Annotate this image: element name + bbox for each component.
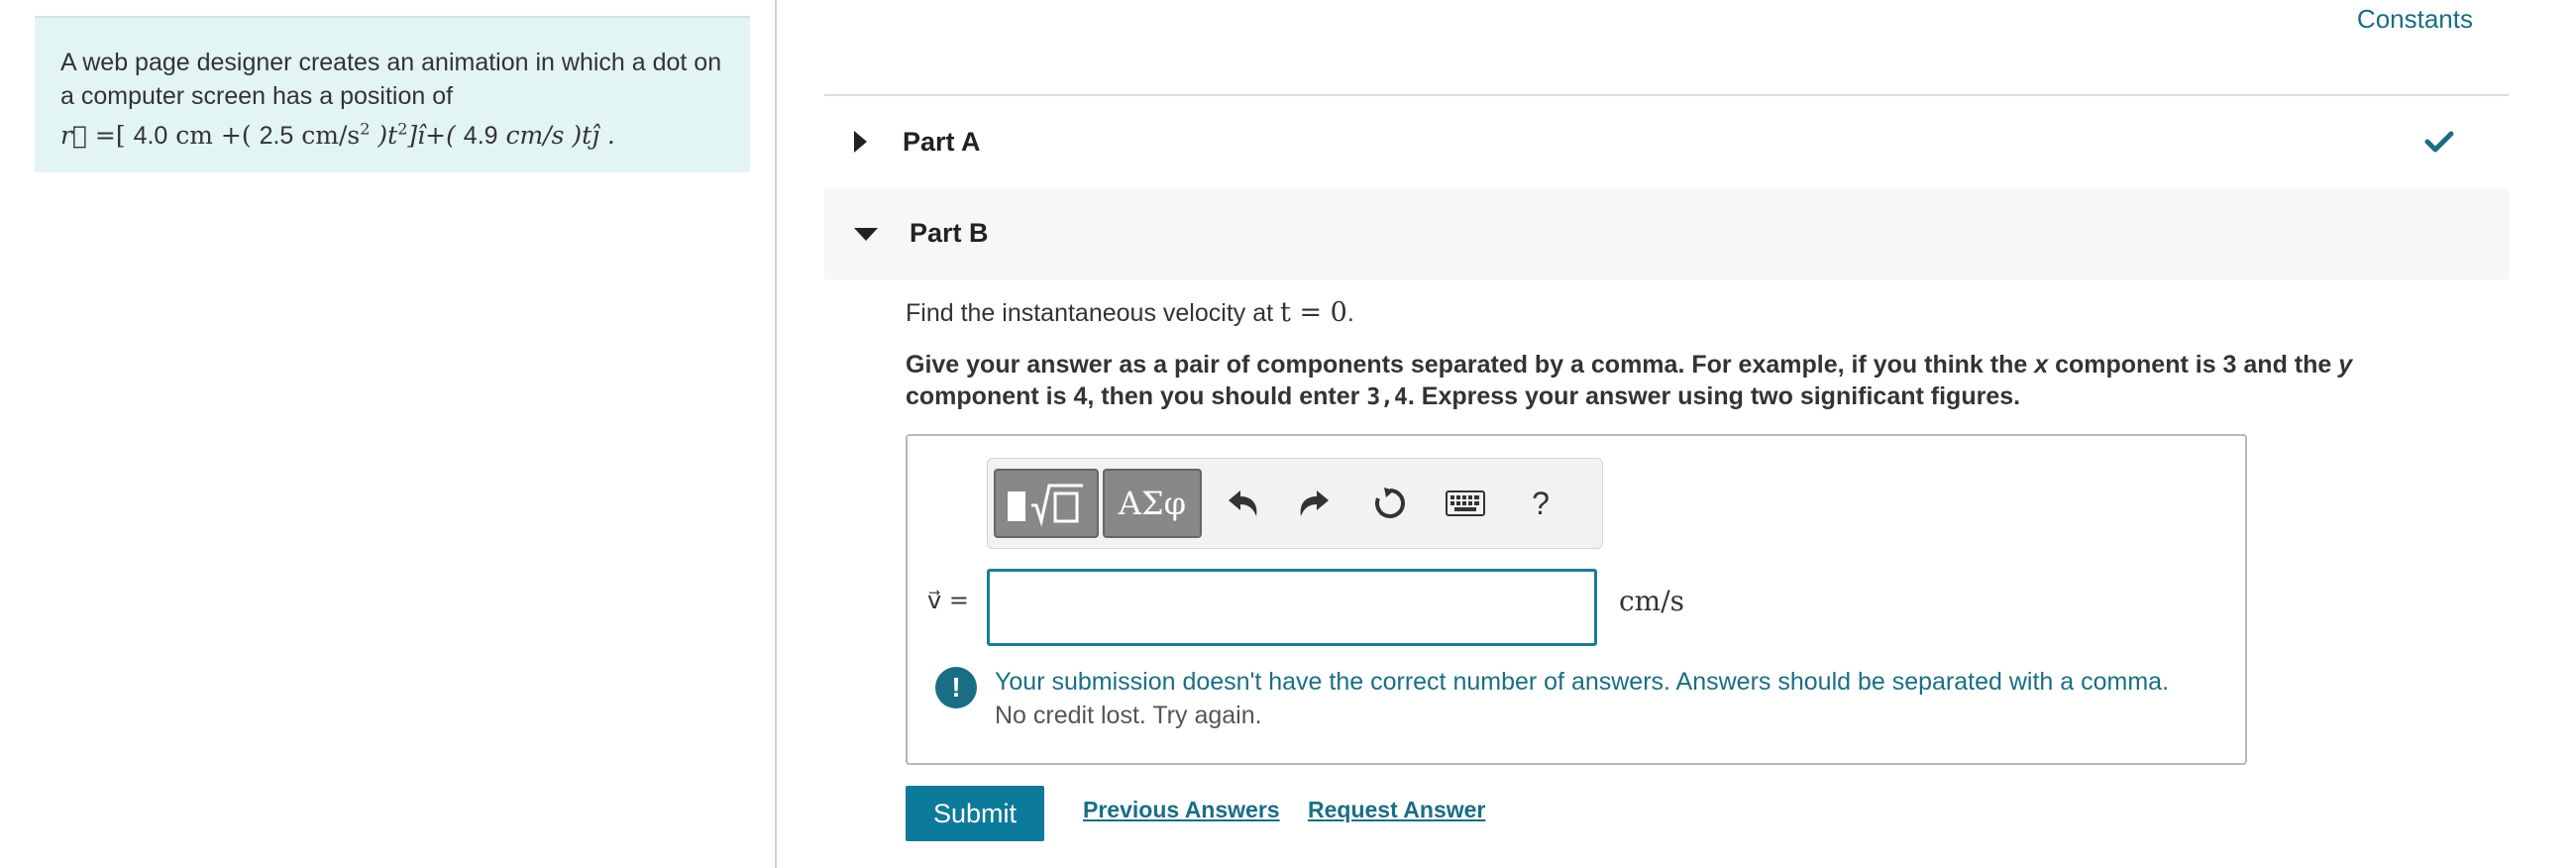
keyboard-icon[interactable]	[1442, 479, 1489, 528]
redo-icon[interactable]	[1290, 479, 1338, 528]
warning-icon: !	[935, 667, 977, 708]
reset-icon[interactable]	[1366, 479, 1414, 528]
part-a-header[interactable]: Part A	[824, 109, 2509, 178]
collapse-triangle-icon	[854, 228, 878, 241]
templates-button[interactable]	[994, 469, 1099, 538]
submit-button[interactable]: Submit	[906, 786, 1044, 841]
constants-link[interactable]: Constants	[2357, 4, 2473, 35]
question-text: Find the instantaneous velocity at t = 0…	[906, 297, 1354, 328]
position-equation: r⃗ =[ 4.0 cm +( 2.5 cm/s2 )t2]î+( 4.9 cm…	[60, 120, 615, 151]
feedback-message: Your submission doesn't have the correct…	[995, 668, 2170, 696]
velocity-variable-label: v⃗ =	[927, 587, 969, 614]
request-answer-link[interactable]: Request Answer	[1308, 797, 1485, 823]
pane-divider[interactable]	[775, 0, 777, 868]
expand-triangle-icon	[854, 131, 867, 153]
answer-instructions: Give your answer as a pair of components…	[906, 351, 2353, 410]
units-label: cm/s	[1619, 585, 1685, 617]
answer-box: ΑΣφ ? v⃗ = cm/s ! Your submission doesn'…	[906, 434, 2247, 765]
part-b-header[interactable]: Part B	[824, 188, 2509, 279]
answer-input[interactable]	[987, 569, 1597, 646]
help-button[interactable]: ?	[1517, 479, 1564, 528]
problem-text: A web page designer creates an animation…	[60, 49, 722, 110]
symbols-button[interactable]: ΑΣφ	[1103, 469, 1202, 538]
templates-icon	[1008, 484, 1083, 527]
previous-answers-link[interactable]: Previous Answers	[1083, 797, 1280, 823]
math-toolbar: ΑΣφ ?	[987, 458, 1603, 549]
part-a-label: Part A	[903, 127, 981, 157]
problem-statement: A web page designer creates an animation…	[35, 16, 750, 172]
undo-icon[interactable]	[1220, 479, 1267, 528]
feedback-subtext: No credit lost. Try again.	[995, 702, 1262, 729]
problem-pane: A web page designer creates an animation…	[0, 0, 775, 868]
part-b-label: Part B	[910, 218, 989, 248]
top-divider	[824, 94, 2509, 96]
checkmark-icon	[2424, 131, 2454, 153]
